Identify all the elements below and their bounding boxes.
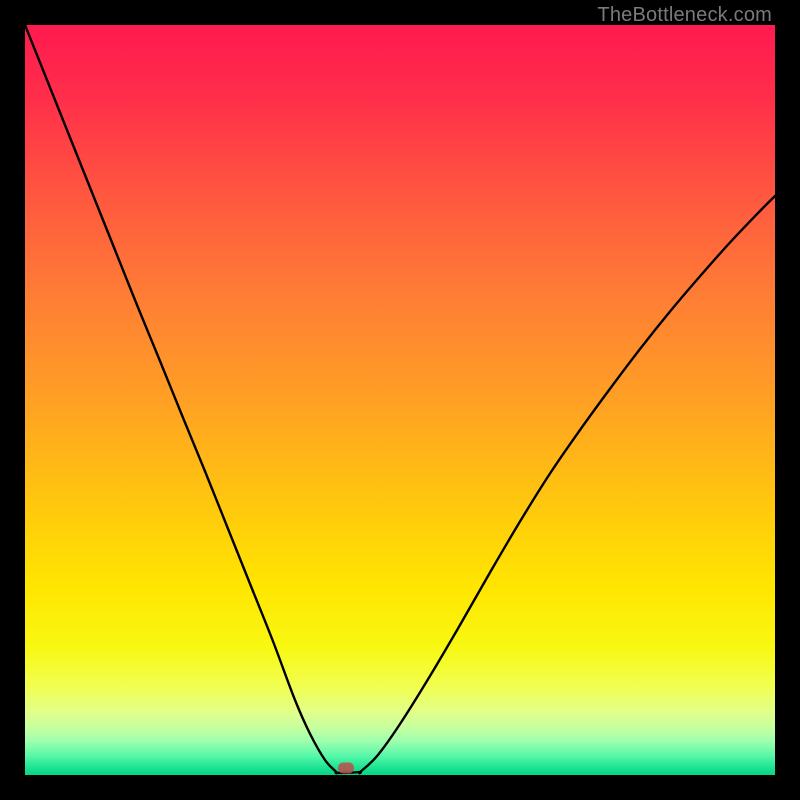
curve-layer bbox=[25, 25, 775, 775]
plot-area bbox=[25, 25, 775, 775]
bottleneck-curve bbox=[25, 25, 775, 773]
optimal-marker bbox=[338, 763, 354, 774]
chart-frame: TheBottleneck.com bbox=[0, 0, 800, 800]
watermark-text: TheBottleneck.com bbox=[597, 4, 772, 27]
